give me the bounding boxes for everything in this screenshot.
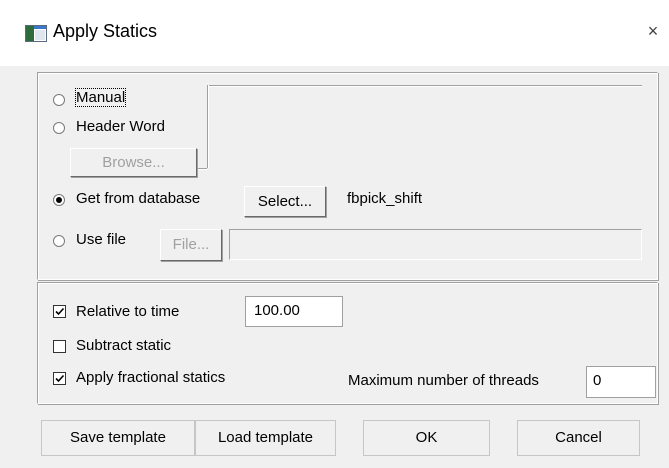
relative-time-checkbox[interactable] [53,305,66,318]
file-button[interactable]: File... [160,229,222,261]
subtract-static-label[interactable]: Subtract static [76,337,171,354]
header-word-radio[interactable] [53,122,65,134]
load-template-label: Load template [217,429,314,446]
relative-time-value: 100.00 [254,302,300,319]
save-template-button[interactable]: Save template [41,420,195,456]
database-label[interactable]: Get from database [76,190,200,207]
radio-selected-dot [56,197,62,203]
database-radio[interactable] [53,194,65,206]
use-file-radio[interactable] [53,235,65,247]
browse-button-label: Browse... [102,154,165,171]
ok-button-label: OK [415,429,438,446]
subtract-static-checkbox[interactable] [53,340,66,353]
manual-label[interactable]: Manual [74,88,127,107]
threads-value: 0 [593,372,602,389]
cancel-button[interactable]: Cancel [517,420,640,456]
threads-label: Maximum number of threads [348,372,539,389]
database-value: fbpick_shift [347,190,423,207]
close-icon[interactable]: × [642,20,664,42]
relative-time-label[interactable]: Relative to time [76,303,179,320]
check-mark-icon [55,374,65,383]
threads-input[interactable]: 0 [586,366,656,398]
save-template-label: Save template [70,429,166,446]
ok-button[interactable]: OK [363,420,490,456]
title-bar: Apply Statics × [0,0,669,66]
apply-statics-dialog: Apply Statics × Manual Header Word Brows… [0,0,669,468]
file-path-field[interactable] [229,229,642,260]
browse-button[interactable]: Browse... [70,148,197,177]
use-file-label[interactable]: Use file [76,231,126,248]
select-button-label: Select... [257,193,313,210]
manual-radio[interactable] [53,94,65,106]
fractional-statics-checkbox[interactable] [53,372,66,385]
cancel-button-label: Cancel [555,429,602,446]
header-word-display-top [207,85,642,87]
header-word-display-left [207,85,209,168]
window-title: Apply Statics [53,21,158,41]
relative-time-input[interactable]: 100.00 [245,296,343,327]
select-button[interactable]: Select... [244,186,326,217]
header-word-display-bottom [197,168,207,170]
fractional-statics-label[interactable]: Apply fractional statics [76,369,225,386]
check-mark-icon [55,307,65,316]
header-word-label[interactable]: Header Word [76,118,165,135]
app-window-icon [25,25,47,42]
load-template-button[interactable]: Load template [195,420,336,456]
file-button-label: File... [172,236,210,253]
